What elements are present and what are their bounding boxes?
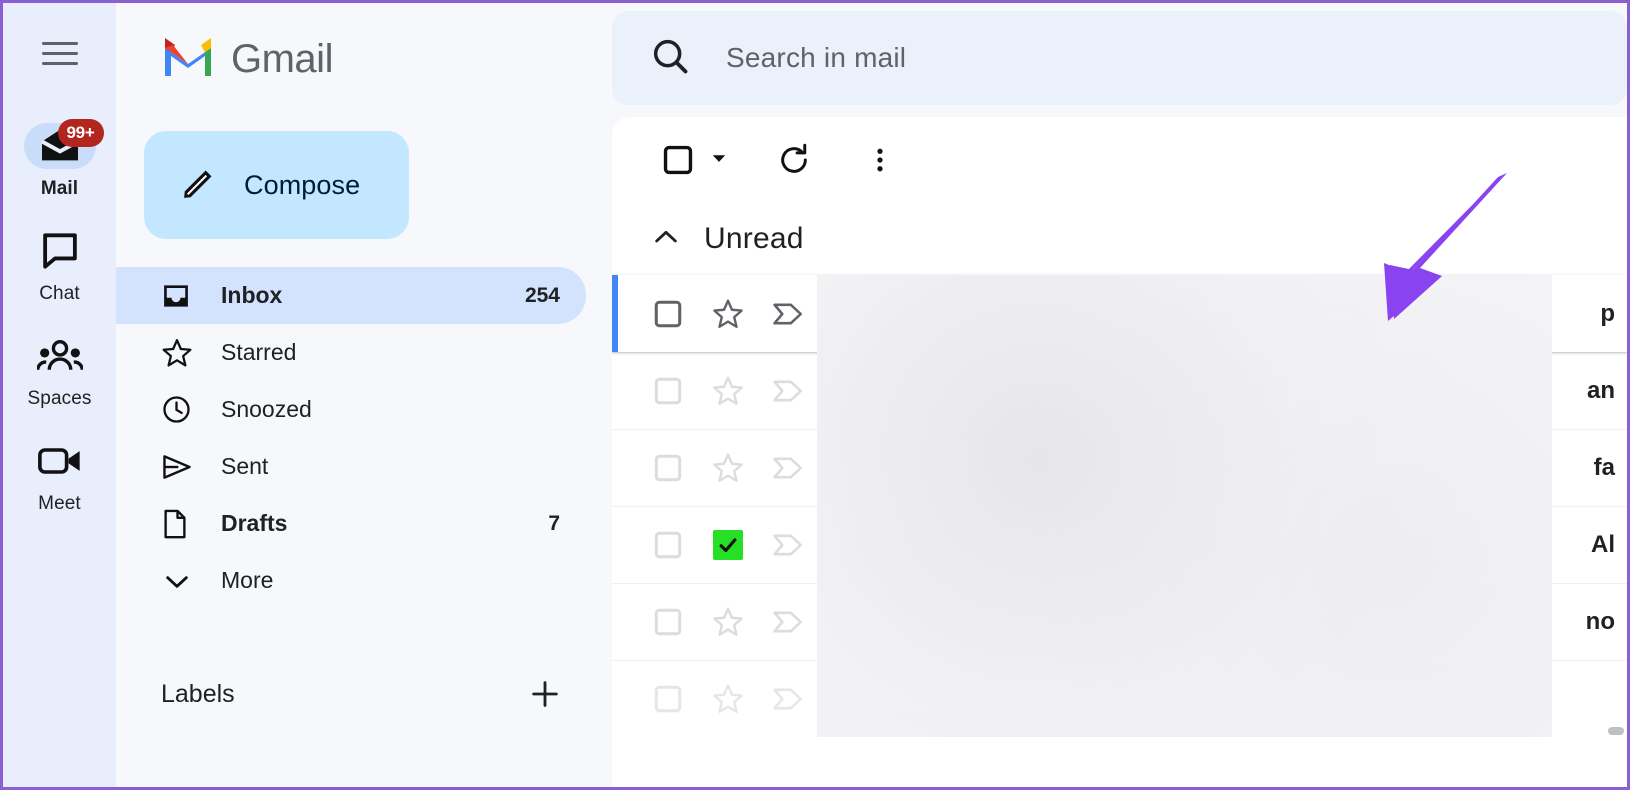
caret-down-icon[interactable] — [708, 147, 730, 174]
rail-item-mail[interactable]: 99+ Mail — [3, 119, 116, 200]
folder-list: Inbox 254 Starred Snoozed Sent Drafts 7 … — [116, 267, 612, 609]
row-snippet: Al — [1591, 531, 1615, 558]
send-icon — [161, 451, 199, 483]
row-snippet: fa — [1593, 454, 1615, 481]
rail-item-label-chat: Chat — [39, 283, 80, 304]
row-star-icon[interactable] — [700, 374, 756, 408]
row-star-icon[interactable] — [700, 682, 756, 716]
sidebar-item-inbox[interactable]: Inbox 254 — [116, 267, 586, 324]
rail-item-spaces[interactable]: Spaces — [3, 333, 116, 410]
select-all-control[interactable] — [650, 132, 730, 188]
vertical-scrollbar[interactable] — [1608, 727, 1624, 735]
table-row[interactable]: fa — [612, 429, 1627, 506]
star-icon — [161, 337, 199, 369]
checkbox-icon[interactable] — [650, 132, 706, 188]
chevron-down-icon — [161, 565, 199, 597]
sidebar-count-drafts: 7 — [548, 511, 560, 535]
rail-item-meet[interactable]: Meet — [3, 438, 116, 515]
gmail-window: 99+ Mail Chat Spaces Meet Gmail Compose … — [0, 0, 1630, 790]
labels-section-header: Labels — [116, 665, 612, 723]
main-area: Search in mail Unread p an fa Al no — [612, 3, 1627, 787]
unread-section-header[interactable]: Unread — [612, 203, 1627, 275]
draft-icon — [161, 509, 199, 539]
row-important-icon[interactable] — [760, 454, 816, 482]
sidebar-label-starred: Starred — [221, 339, 297, 365]
sidebar-count-inbox: 254 — [524, 283, 560, 307]
row-important-icon[interactable] — [760, 377, 816, 405]
row-star-icon[interactable] — [700, 605, 756, 639]
table-row[interactable]: an — [612, 352, 1627, 429]
rail-item-label-spaces: Spaces — [27, 388, 92, 409]
row-checkbox[interactable] — [640, 683, 696, 715]
hamburger-menu-icon[interactable] — [32, 25, 88, 81]
chevron-up-icon[interactable] — [650, 221, 682, 258]
row-checkbox[interactable] — [640, 298, 696, 330]
sidebar-label-more: More — [221, 567, 274, 593]
navigation-sidebar: Gmail Compose Inbox 254 Starred Snoozed … — [116, 3, 612, 787]
green-check-icon — [713, 530, 743, 560]
sidebar-item-sent[interactable]: Sent — [116, 438, 586, 495]
sidebar-label-snoozed: Snoozed — [221, 396, 312, 422]
sidebar-item-drafts[interactable]: Drafts 7 — [116, 495, 586, 552]
row-important-icon[interactable] — [760, 685, 816, 713]
pencil-icon — [180, 164, 218, 207]
rail-item-label-mail: Mail — [40, 178, 79, 199]
spaces-icon — [24, 333, 96, 379]
table-row[interactable]: p — [612, 275, 1627, 352]
row-checkbox[interactable] — [640, 375, 696, 407]
row-important-icon[interactable] — [760, 531, 816, 559]
inbox-icon — [161, 281, 199, 311]
table-row[interactable]: no — [612, 583, 1627, 660]
row-snippet: p — [1600, 299, 1615, 327]
row-snippet: an — [1586, 377, 1615, 404]
sidebar-item-more[interactable]: More — [116, 552, 586, 609]
app-rail: 99+ Mail Chat Spaces Meet — [3, 3, 116, 787]
list-toolbar — [612, 117, 1627, 203]
row-important-icon[interactable] — [760, 608, 816, 636]
row-checkbox[interactable] — [640, 529, 696, 561]
row-star-icon[interactable] — [700, 451, 756, 485]
rail-item-label-meet: Meet — [38, 493, 81, 514]
section-title: Unread — [704, 222, 804, 255]
chat-icon — [24, 228, 96, 274]
row-checkbox[interactable] — [640, 452, 696, 484]
row-star-icon[interactable] — [700, 297, 756, 331]
rail-item-list: 99+ Mail Chat Spaces Meet — [3, 119, 116, 515]
labels-title: Labels — [161, 679, 235, 708]
row-important-icon[interactable] — [760, 300, 816, 328]
rail-item-chat[interactable]: Chat — [3, 228, 116, 305]
plus-icon[interactable] — [524, 673, 566, 715]
gmail-logo-icon — [161, 36, 215, 83]
more-vertical-icon[interactable] — [852, 132, 908, 188]
sidebar-item-snoozed[interactable]: Snoozed — [116, 381, 586, 438]
message-list: p an fa Al no — [612, 275, 1627, 737]
table-row[interactable]: Al — [612, 506, 1627, 583]
row-snippet: no — [1585, 608, 1615, 635]
meet-icon — [24, 438, 96, 484]
table-row[interactable] — [612, 660, 1627, 737]
clock-icon — [161, 394, 199, 425]
sidebar-item-starred[interactable]: Starred — [116, 324, 586, 381]
mail-unread-badge: 99+ — [57, 119, 104, 147]
search-input[interactable]: Search in mail — [612, 11, 1627, 105]
gmail-brand[interactable]: Gmail — [116, 19, 612, 99]
search-placeholder: Search in mail — [726, 42, 907, 73]
mail-icon: 99+ — [23, 119, 104, 169]
sidebar-label-inbox: Inbox — [221, 282, 283, 308]
brand-title: Gmail — [231, 36, 333, 81]
row-green-check-star-icon[interactable] — [700, 530, 756, 560]
search-icon — [650, 36, 690, 81]
compose-label: Compose — [244, 169, 361, 200]
refresh-icon[interactable] — [766, 132, 822, 188]
sidebar-label-drafts: Drafts — [221, 510, 288, 536]
message-list-panel: Unread p an fa Al no — [612, 117, 1627, 787]
sidebar-label-sent: Sent — [221, 453, 269, 479]
compose-button[interactable]: Compose — [144, 131, 409, 239]
row-checkbox[interactable] — [640, 606, 696, 638]
